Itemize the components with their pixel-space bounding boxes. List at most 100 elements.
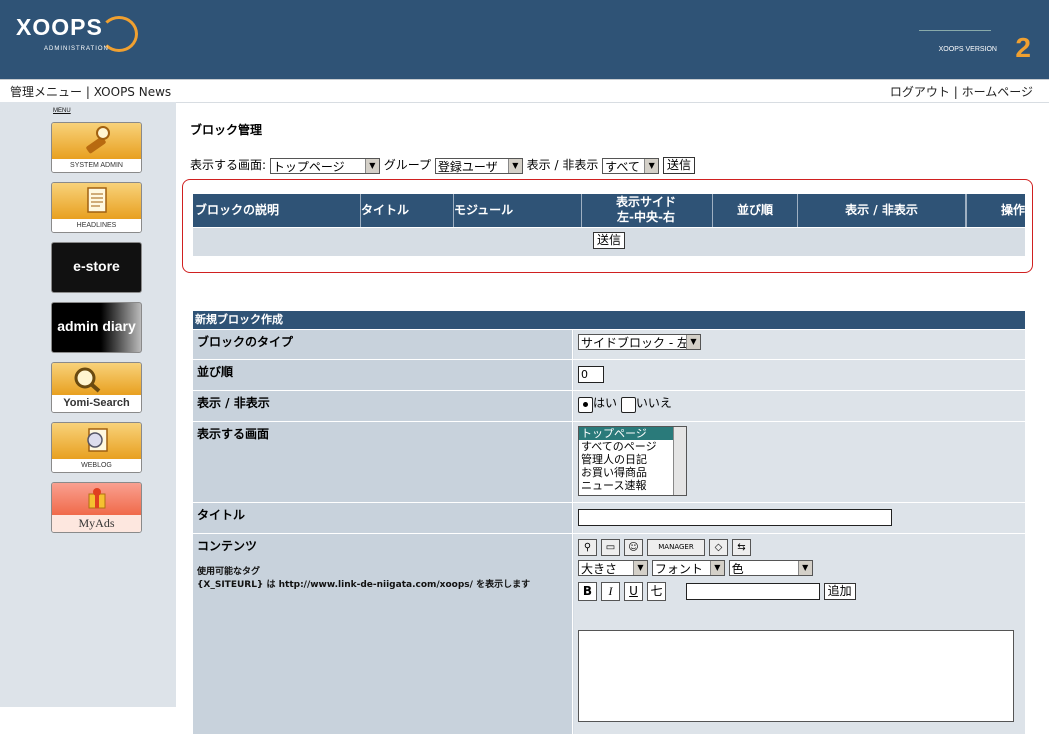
smiley-icon[interactable]: ☺ (624, 539, 643, 556)
group-filter-select[interactable]: 登録ユーザ ▼ (434, 157, 523, 174)
screen-filter-label: 表示する画面: (190, 158, 267, 172)
strike-button[interactable]: 七 (647, 582, 666, 601)
col-order: 並び順 (713, 194, 798, 227)
chevron-down-icon: ▼ (797, 561, 812, 575)
group-filter-label: グループ (383, 158, 431, 172)
sidebar-item-system-admin[interactable]: SYSTEM ADMIN (51, 122, 142, 173)
screens-listbox[interactable]: トップページ すべてのページ 管理人の日記 お買い得商品 ニュース速報 (578, 426, 687, 496)
tile-background (52, 483, 141, 515)
col-module: モジュール (452, 194, 582, 227)
font-family-select[interactable]: フォント ▼ (651, 560, 725, 576)
editor-toolbar-2: 大きさ ▼ フォント ▼ 色 ▼ (578, 560, 1021, 576)
magnifier-icon (74, 367, 101, 393)
weblog-icon (87, 428, 108, 452)
editor-toolbar-1: ⚲ ▭ ☺ MANAGER ◇ ⇆ (578, 539, 1021, 556)
block-type-label: ブロックのタイプ (193, 330, 573, 359)
underline-button[interactable]: U (624, 582, 643, 601)
tags-label: 使用可能なタグ (197, 567, 261, 577)
image-manager-button[interactable]: MANAGER (647, 539, 705, 556)
nav-left: 管理メニュー | XOOPS News (10, 83, 171, 100)
content-textarea[interactable] (578, 630, 1014, 722)
version-divider (919, 30, 991, 31)
add-button[interactable]: 追加 (823, 583, 856, 600)
title-input[interactable] (578, 509, 892, 526)
listbox-scrollbar[interactable] (673, 427, 686, 495)
col-side-line2: 左-中央-右 (617, 210, 675, 224)
filter-submit-button[interactable]: 送信 (662, 157, 695, 174)
insert-text-input[interactable] (685, 583, 820, 600)
sidebar-item-label: WEBLOG (52, 459, 141, 472)
visible-no-radio[interactable] (620, 397, 636, 413)
group-filter-value: 登録ユーザ (437, 159, 498, 174)
block-filter: 表示する画面: トップページ ▼ グループ 登録ユーザ ▼ 表示 / 非表示 す… (190, 156, 695, 174)
font-color-select[interactable]: 色 ▼ (728, 560, 813, 576)
font-size-value: 大きさ (581, 562, 618, 576)
manager-label: MANAGER (658, 543, 694, 551)
sidebar-item-weblog[interactable]: WEBLOG (51, 422, 142, 473)
visible-filter-label: 表示 / 非表示 (526, 158, 599, 172)
sidebar-item-admin-diary[interactable]: admin diary (51, 302, 142, 353)
sidebar-item-label: e-store (73, 258, 120, 274)
title-label: タイトル (193, 503, 573, 533)
chevron-down-icon: ▼ (364, 158, 379, 173)
new-block-form: 新規ブロック作成 ブロックのタイプ サイドブロック - 左 ▼ 並び順 0 表示… (193, 311, 1025, 734)
sidebar-item-label: Yomi-Search (52, 395, 141, 412)
row-title: タイトル (193, 502, 1025, 533)
nav-module-link[interactable]: XOOPS News (94, 85, 171, 99)
tile-background (52, 123, 141, 159)
tags-help-text: {X_SITEURL} は http://www.link-de-niigata… (197, 580, 531, 590)
order-input[interactable]: 0 (578, 366, 604, 383)
homepage-link[interactable]: ホームページ (962, 85, 1033, 99)
screen-option[interactable]: すべてのページ (579, 440, 686, 453)
page-title: ブロック管理 (190, 123, 263, 137)
tile-background (52, 363, 141, 395)
screen-filter-select[interactable]: トップページ ▼ (269, 157, 380, 174)
screen-option[interactable]: 管理人の日記 (579, 453, 686, 466)
block-type-select[interactable]: サイドブロック - 左 ▼ (578, 334, 701, 350)
italic-button[interactable]: I (601, 582, 620, 601)
block-table-submit-button[interactable]: 送信 (593, 232, 626, 249)
tile-background (52, 423, 141, 459)
logo-text: XOOPS (16, 14, 103, 40)
version-number: 2 (1015, 32, 1031, 63)
editor-toolbar-3: BIU七 追加 (578, 582, 1021, 601)
tile-background (52, 183, 141, 219)
col-title: タイトル (359, 194, 454, 227)
link-icon[interactable]: ⚲ (578, 539, 597, 556)
code-icon[interactable]: ◇ (709, 539, 728, 556)
top-nav: 管理メニュー | XOOPS News ログアウト | ホームページ (0, 79, 1049, 103)
sidebar-item-myads[interactable]: MyAds (51, 482, 142, 533)
quote-icon[interactable]: ⇆ (732, 539, 751, 556)
logout-link[interactable]: ログアウト (890, 85, 950, 99)
visible-yes-label: はい (593, 396, 618, 410)
sidebar-item-yomi-search[interactable]: Yomi-Search (51, 362, 142, 413)
menu-label: MENU (53, 108, 71, 114)
visible-filter-select[interactable]: すべて ▼ (602, 157, 660, 174)
image-icon[interactable]: ▭ (601, 539, 620, 556)
xoops-logo[interactable]: XOOPS ADMINISTRATION (16, 14, 138, 52)
nav-separator: | (953, 85, 958, 99)
visible-filter-value: すべて (605, 159, 640, 174)
visible-cell: はい いいえ (574, 391, 1025, 421)
sidebar-item-label: HEADLINES (52, 219, 141, 232)
tools-icon (86, 126, 110, 154)
logo-subtitle: ADMINISTRATION (44, 46, 109, 52)
sidebar-item-e-store[interactable]: e-store (51, 242, 142, 293)
screen-option[interactable]: ニュース速報 (579, 479, 686, 492)
nav-admin-menu-link[interactable]: 管理メニュー (10, 85, 82, 99)
content-label-cell: コンテンツ 使用可能なタグ {X_SITEURL} は http://www.l… (193, 534, 573, 734)
block-table-header: ブロックの説明 タイトル モジュール 表示サイド 左-中央-右 並び順 表示 /… (193, 194, 1025, 227)
col-visible: 表示 / 非表示 (798, 194, 966, 227)
tags-help: 使用可能なタグ {X_SITEURL} は http://www.link-de… (197, 564, 568, 590)
nav-separator: | (85, 85, 90, 99)
content-cell: ⚲ ▭ ☺ MANAGER ◇ ⇆ 大きさ ▼ フォント ▼ 色 ▼ BIU七 追加 (574, 534, 1025, 734)
sidebar-item-label: SYSTEM ADMIN (52, 159, 141, 172)
col-side-line1: 表示サイド (615, 195, 676, 209)
sidebar-item-headlines[interactable]: HEADLINES (51, 182, 142, 233)
screen-option[interactable]: トップページ (579, 427, 686, 440)
screen-option[interactable]: お買い得商品 (579, 466, 686, 479)
content-label: コンテンツ (197, 539, 258, 553)
visible-yes-radio[interactable] (578, 397, 593, 413)
font-size-select[interactable]: 大きさ ▼ (578, 560, 648, 576)
bold-button[interactable]: B (578, 582, 597, 601)
